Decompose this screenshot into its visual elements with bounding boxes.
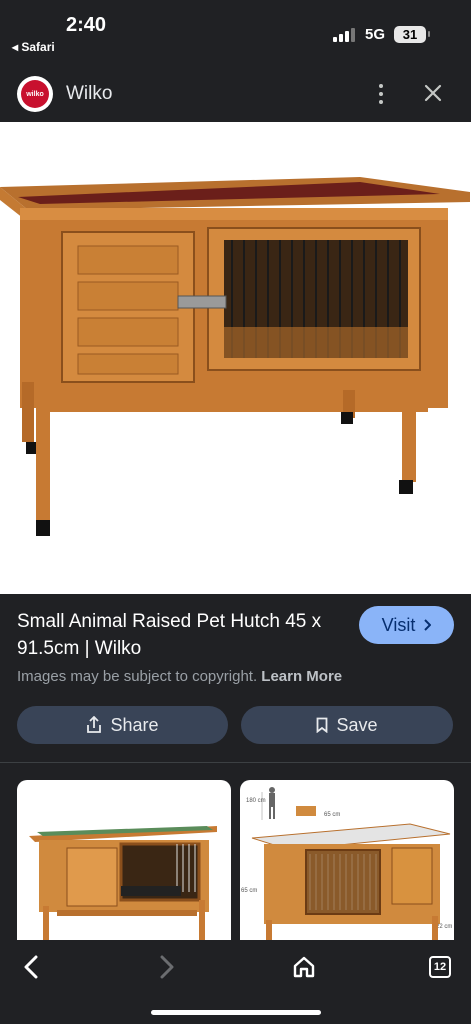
pet-hutch-image (0, 177, 470, 536)
copyright-text: Images may be subject to copyright. (17, 668, 258, 685)
save-label: Save (336, 714, 378, 735)
wilko-logo-mark: wilko (21, 80, 49, 108)
home-indicator[interactable] (151, 1010, 321, 1015)
status-bar: 2:40 ◂ Safari 5G 31 (0, 0, 471, 66)
home-icon (293, 956, 315, 978)
save-button[interactable]: Save (241, 706, 453, 744)
result-title[interactable]: Small Animal Raised Pet Hutch 45 x 91.5c… (17, 608, 347, 662)
related-image-2[interactable]: 180 cm 65 cm 65 cm 22 cm (240, 780, 454, 940)
visit-button[interactable]: Visit (359, 606, 454, 644)
forward-button[interactable] (152, 952, 182, 982)
visit-label: Visit (381, 614, 416, 635)
dim-label-height-total: 180 cm (246, 798, 266, 804)
close-button[interactable] (420, 80, 446, 106)
back-button[interactable] (16, 952, 46, 982)
chevron-right-icon (160, 955, 174, 979)
back-to-safari-link[interactable]: ◂ Safari (12, 40, 55, 54)
dim-label-depth: 65 cm (324, 812, 340, 818)
share-label: Share (110, 714, 159, 735)
chevron-right-icon (424, 619, 432, 631)
home-button[interactable] (289, 952, 319, 982)
dim-label-leg: 22 cm (436, 924, 452, 930)
clock: 2:40 (66, 14, 107, 36)
wilko-logo: wilko (17, 76, 53, 112)
tabs-icon: 12 (429, 956, 451, 978)
bookmark-icon (317, 717, 328, 733)
battery-icon: 31 (394, 26, 430, 43)
share-button[interactable]: Share (17, 706, 228, 744)
chevron-left-icon (24, 955, 38, 979)
copyright-notice: Images may be subject to copyright. Lear… (17, 668, 342, 685)
learn-more-link[interactable]: Learn More (261, 668, 342, 685)
site-name[interactable]: Wilko (66, 83, 112, 105)
cellular-signal-icon (333, 28, 355, 42)
product-image[interactable] (0, 122, 471, 594)
tabs-button[interactable]: 12 (425, 952, 455, 982)
related-image-1[interactable] (17, 780, 231, 940)
close-icon (424, 84, 442, 102)
source-site-bar: wilko Wilko (0, 66, 471, 122)
more-vertical-icon (379, 84, 383, 88)
dim-label-front-height: 65 cm (241, 888, 257, 894)
pet-hutch-thumbnail (29, 826, 217, 940)
divider (0, 762, 471, 763)
share-icon (87, 716, 102, 733)
more-options-button[interactable] (370, 82, 392, 106)
browser-toolbar: 12 (0, 940, 471, 1024)
network-type: 5G (365, 26, 386, 43)
hutch-dimensions-thumbnail: 180 cm 65 cm 65 cm 22 cm (241, 787, 452, 940)
